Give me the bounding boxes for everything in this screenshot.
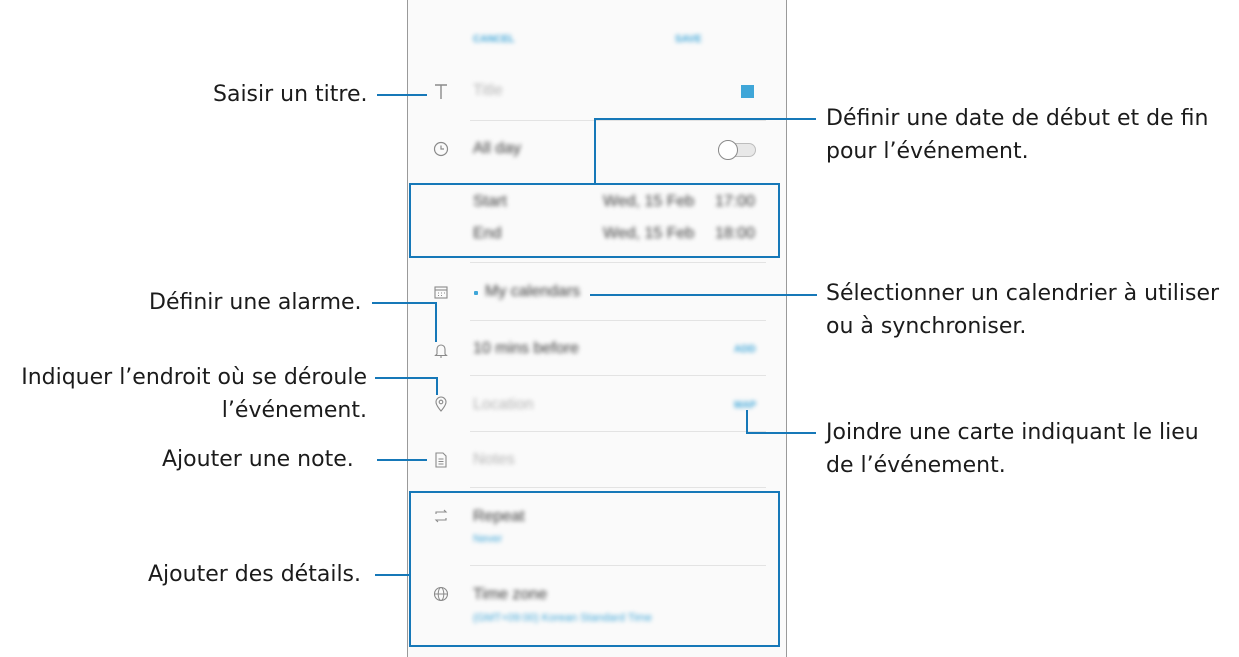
callout-line-title (377, 94, 427, 96)
annotation-map-line2: de l’événement. (826, 453, 1006, 478)
annotation-details: Ajouter des détails. (148, 562, 362, 587)
divider (470, 262, 766, 263)
add-reminder-button[interactable]: ADD (734, 344, 756, 355)
calendar-color-dot (474, 291, 478, 295)
callout-line-map (746, 432, 816, 434)
annotation-map-line1: Joindre une carte indiquant le lieu (826, 420, 1199, 445)
calendar-selector[interactable]: My calendars (485, 283, 580, 301)
reminder-label[interactable]: 10 mins before (473, 340, 579, 358)
note-icon (430, 449, 452, 471)
details-highlight-box (409, 491, 780, 647)
notes-input[interactable]: Notes (473, 451, 515, 469)
annotation-calendar-line1: Sélectionner un calendrier à utiliser (826, 281, 1220, 306)
callout-line-location (436, 377, 438, 395)
callout-line-alarm (435, 302, 437, 342)
annotation-location-line2: l’événement. (221, 398, 367, 423)
all-day-label: All day (473, 140, 522, 157)
all-day-toggle[interactable] (718, 140, 758, 160)
callout-line-calendar (590, 294, 817, 296)
color-picker-button[interactable] (741, 85, 754, 98)
annotation-title: Saisir un titre. (213, 82, 368, 107)
divider (470, 431, 766, 432)
annotation-note: Ajouter une note. (162, 447, 354, 472)
save-button[interactable]: SAVE (675, 34, 702, 45)
calendar-icon (430, 281, 452, 303)
bell-icon (430, 339, 452, 361)
annotation-dates-line2: pour l’événement. (826, 139, 1029, 164)
callout-line-alarm (372, 302, 437, 304)
dates-highlight-box (409, 183, 780, 258)
annotation-calendar-line2: ou à synchroniser. (826, 314, 1027, 339)
divider (470, 320, 766, 321)
callout-line-dates (594, 118, 596, 185)
callout-line-note (377, 459, 427, 461)
callout-line-details (375, 574, 409, 576)
cancel-button[interactable]: CANCEL (473, 34, 515, 45)
clock-icon (430, 138, 452, 160)
location-pin-icon (430, 393, 452, 415)
divider (470, 120, 766, 121)
callout-line-map (746, 410, 748, 434)
location-input[interactable]: Location (473, 396, 534, 414)
callout-line-dates (594, 118, 816, 120)
annotation-dates-line1: Définir une date de début et de fin (826, 106, 1209, 131)
text-icon (430, 81, 452, 103)
divider (470, 487, 766, 488)
annotation-alarm: Définir une alarme. (149, 290, 362, 315)
annotation-location-line1: Indiquer l’endroit où se déroule (21, 365, 367, 390)
title-input[interactable]: Title (473, 82, 503, 100)
callout-line-location (375, 377, 438, 379)
divider (470, 375, 766, 376)
